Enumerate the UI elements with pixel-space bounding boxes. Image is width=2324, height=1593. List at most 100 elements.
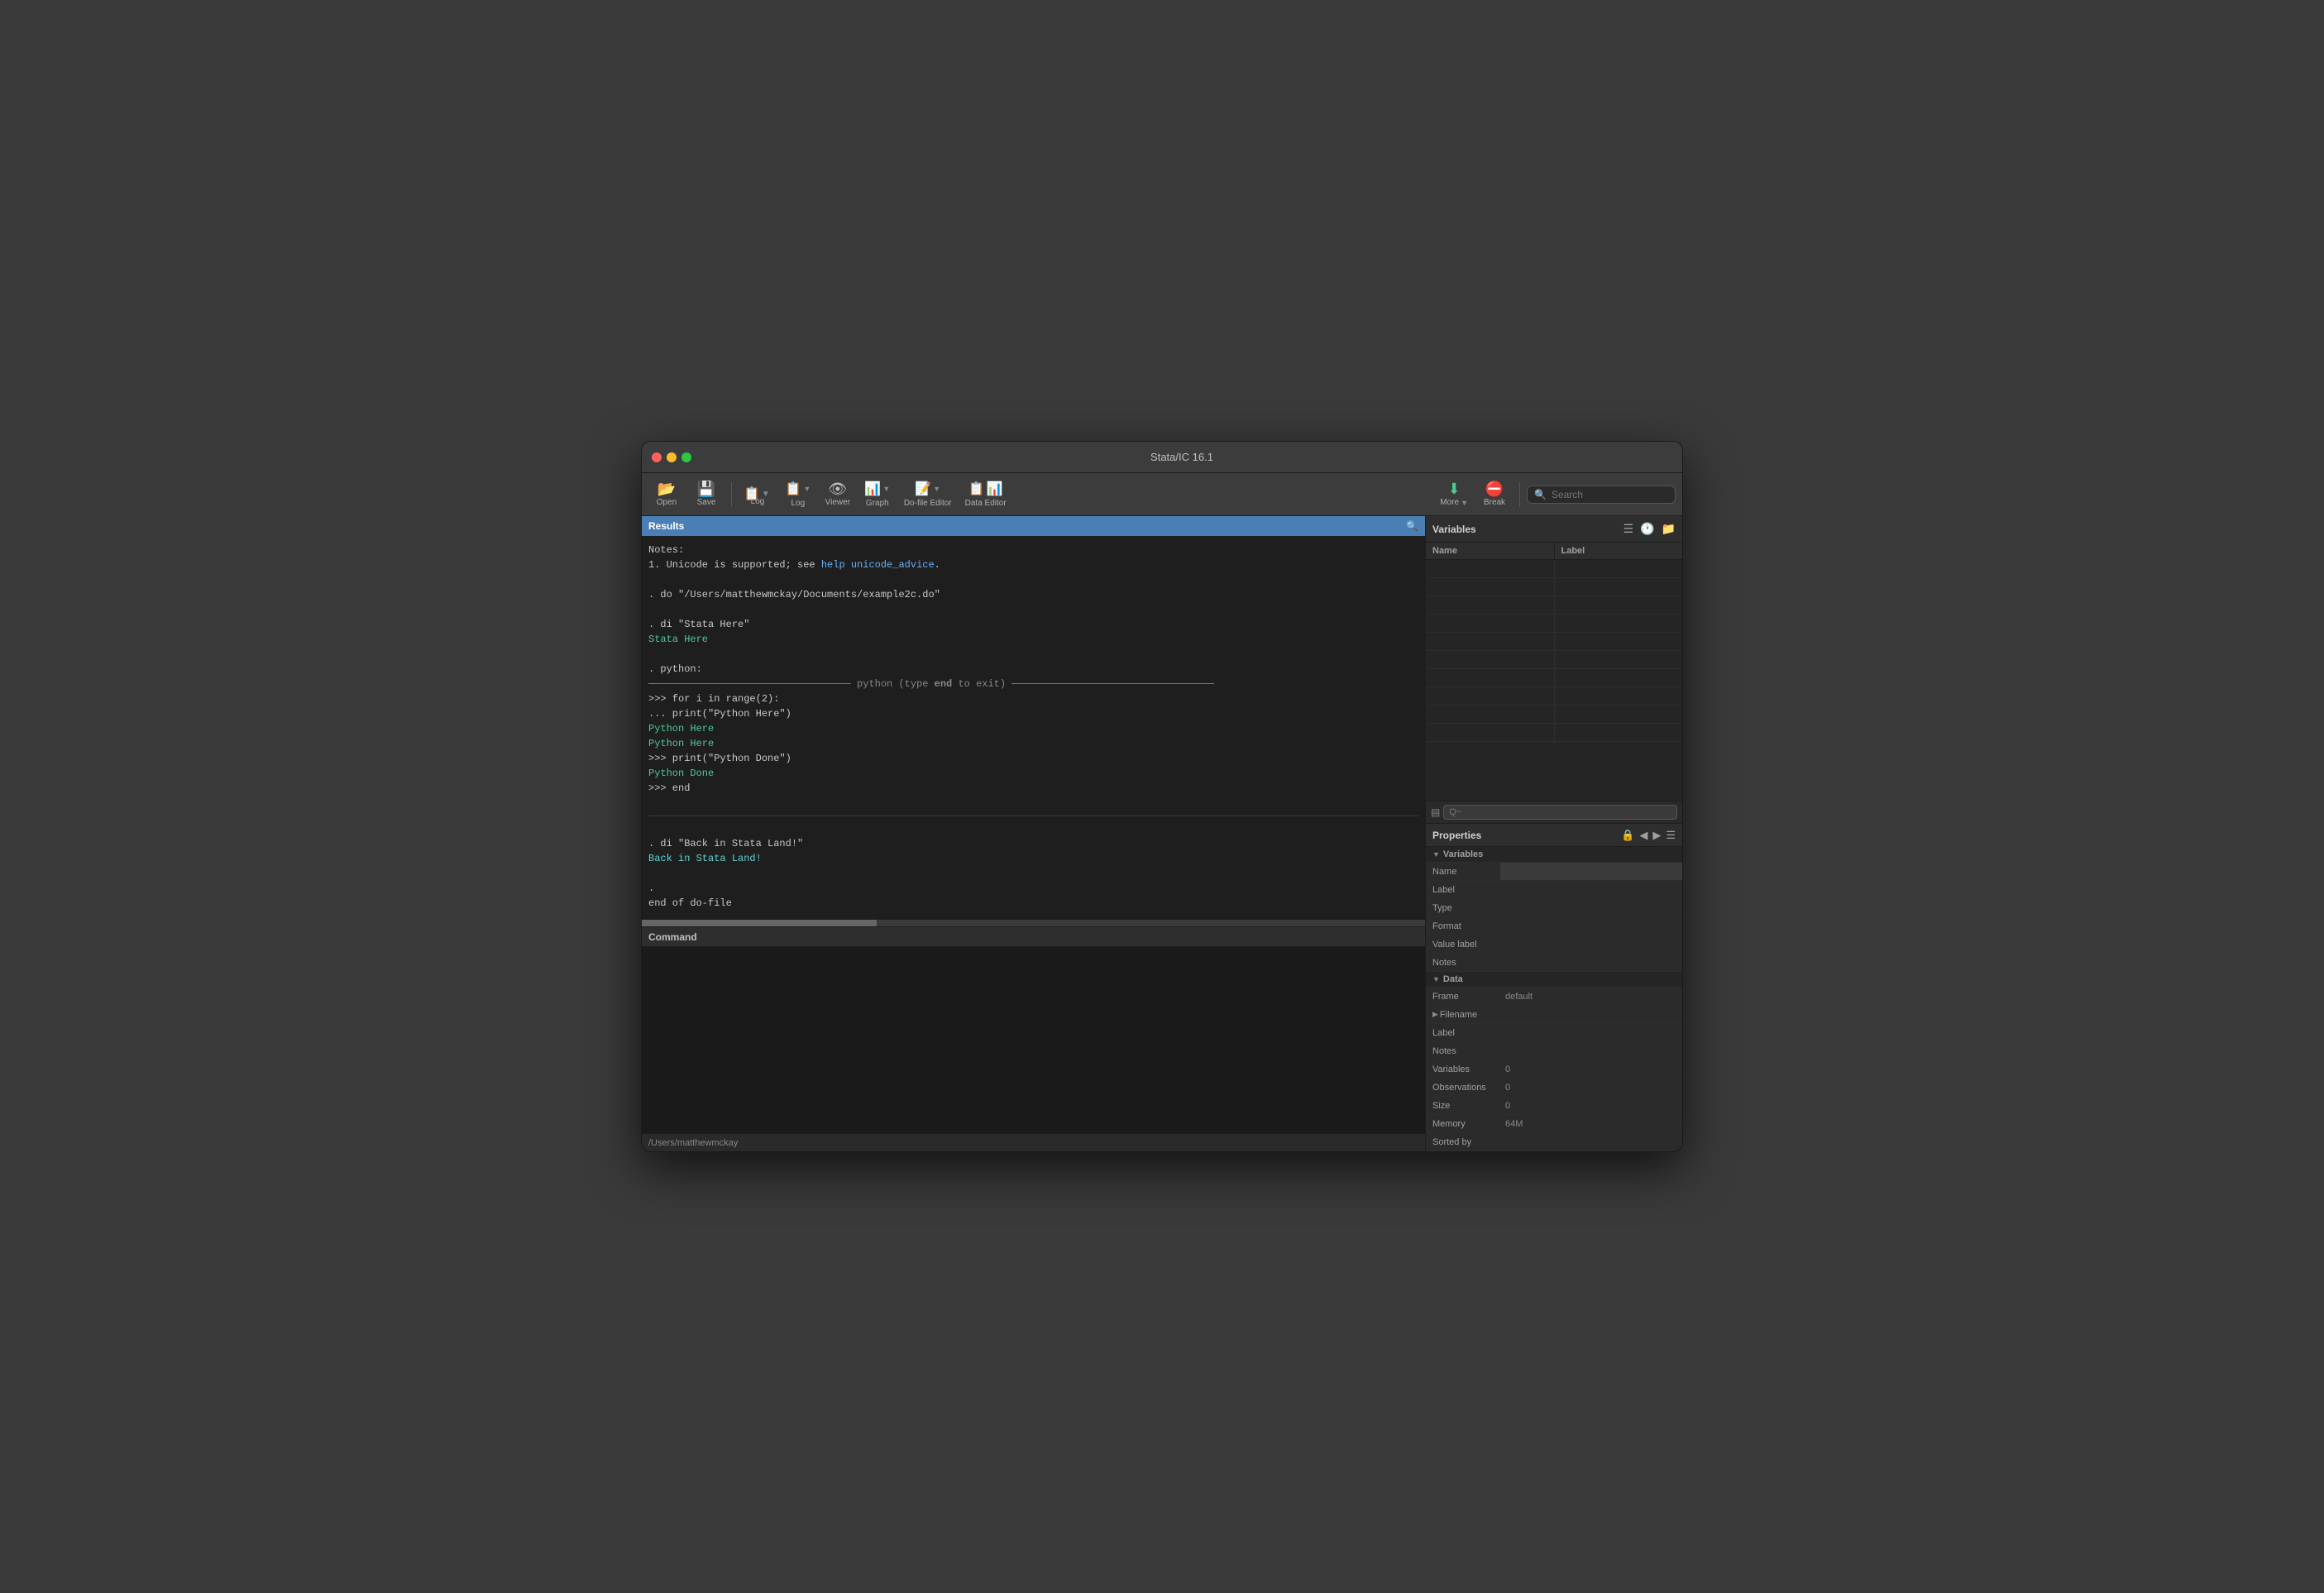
- prop-row-format: Format: [1426, 917, 1682, 935]
- var-row-empty-9: [1426, 706, 1682, 724]
- titlebar: Stata/IC 16.1: [642, 442, 1682, 473]
- results-line-1: Notes:: [648, 544, 684, 556]
- prop-label-valuelabel: Value label: [1426, 940, 1500, 950]
- scroll-track: [642, 920, 1425, 926]
- more-icon: ⬇: [1448, 481, 1461, 496]
- prop-row-size: Size 0: [1426, 1097, 1682, 1115]
- col-label: Label: [1555, 543, 1683, 559]
- prop-label-notes-var: Notes: [1426, 958, 1500, 968]
- break-button[interactable]: ⛔ Break: [1476, 477, 1513, 512]
- var-row-empty-4: [1426, 615, 1682, 633]
- var-row-empty-3: [1426, 596, 1682, 615]
- open-button[interactable]: 📂 Open: [648, 477, 685, 512]
- prop-section-variables[interactable]: ▼ Variables: [1426, 847, 1682, 863]
- viewer-icon: 👁: [828, 481, 847, 496]
- results-end-dofile: end of do-file: [648, 897, 732, 909]
- main-window: Stata/IC 16.1 📂 Open 💾 Save 📋 ▼ Log 📋 ▼ …: [641, 441, 1683, 1152]
- command-header: Command: [642, 927, 1425, 947]
- properties-nav-prev[interactable]: ◀: [1639, 829, 1647, 842]
- graph-icon: 📊: [864, 481, 881, 497]
- prop-label-data-label: Label: [1426, 1028, 1500, 1038]
- properties-nav-next[interactable]: ▶: [1652, 829, 1661, 842]
- prop-label-data-notes: Notes: [1426, 1046, 1500, 1056]
- status-bar: /Users/matthewmckay: [642, 1133, 1425, 1151]
- search-box[interactable]: 🔍: [1527, 486, 1676, 504]
- separator-2: [1519, 482, 1520, 507]
- save-button[interactable]: 💾 Save: [688, 477, 724, 512]
- viewer-button[interactable]: 👁 Viewer: [820, 477, 856, 512]
- scroll-thumb[interactable]: [642, 920, 877, 926]
- log-button[interactable]: 📋 ▼ Log: [739, 477, 777, 512]
- var-row-empty-10: [1426, 724, 1682, 742]
- close-button[interactable]: [652, 452, 662, 462]
- minimize-button[interactable]: [667, 452, 677, 462]
- horizontal-scrollbar[interactable]: [642, 920, 1425, 926]
- prop-value-notes-var: [1500, 954, 1682, 971]
- graph-button[interactable]: 📊 ▼ Graph: [859, 477, 896, 512]
- prop-value-format: [1500, 917, 1682, 935]
- prop-section-variables-label: Variables: [1443, 849, 1483, 859]
- prop-value-name[interactable]: [1500, 863, 1682, 880]
- data-editor-icon: 📋: [968, 481, 985, 497]
- variables-list-icon[interactable]: ☰: [1623, 522, 1634, 536]
- prop-row-variables-count: Variables 0: [1426, 1060, 1682, 1079]
- results-line-2: 1. Unicode is supported; see: [648, 559, 821, 571]
- search-icon: 🔍: [1534, 489, 1547, 500]
- var-row-empty-7: [1426, 669, 1682, 687]
- open-label: Open: [657, 498, 677, 507]
- python-divider: ────────────────────────────────── pytho…: [648, 678, 1214, 690]
- data-editor-button[interactable]: 📋 📊 Data Editor: [960, 477, 1011, 512]
- prop-row-valuelabel: Value label: [1426, 935, 1682, 954]
- more-button[interactable]: ⬇ More ▼: [1435, 477, 1473, 512]
- left-panel: Results 🔍 Notes: 1. Unicode is supported…: [642, 516, 1426, 1151]
- variables-search-input[interactable]: [1443, 805, 1677, 820]
- log-label: Log: [751, 497, 765, 506]
- results-header: Results 🔍: [642, 516, 1425, 536]
- prop-row-memory: Memory 64M: [1426, 1115, 1682, 1133]
- properties-body: ▼ Variables Name Label Type: [1426, 847, 1682, 1151]
- variables-icons: ☰ 🕐 📁: [1623, 522, 1676, 536]
- variables-header: Variables ☰ 🕐 📁: [1426, 516, 1682, 543]
- variables-folder-icon[interactable]: 📁: [1662, 522, 1676, 536]
- window-title: Stata/IC 16.1: [691, 451, 1672, 463]
- prop-label-memory: Memory: [1426, 1119, 1500, 1129]
- results-panel: Results 🔍 Notes: 1. Unicode is supported…: [642, 516, 1425, 926]
- prop-label-frame: Frame: [1426, 992, 1500, 1002]
- var-row-empty-5: [1426, 633, 1682, 651]
- prop-row-label: Label: [1426, 881, 1682, 899]
- prop-label-sorted-by: Sorted by: [1426, 1137, 1500, 1147]
- var-row-empty-6: [1426, 651, 1682, 669]
- save-label: Save: [697, 498, 716, 507]
- results-dot1: .: [648, 883, 654, 894]
- chevron-filename: ▶: [1432, 1010, 1438, 1019]
- results-search-icon[interactable]: 🔍: [1406, 520, 1418, 532]
- variables-history-icon[interactable]: 🕐: [1640, 522, 1654, 536]
- save-icon: 💾: [697, 481, 715, 496]
- prop-value-frame: default: [1500, 988, 1682, 1005]
- prop-label-size: Size: [1426, 1101, 1500, 1111]
- results-end: >>> end: [648, 782, 690, 794]
- properties-header: Properties 🔒 ◀ ▶ ☰: [1426, 824, 1682, 847]
- results-body[interactable]: Notes: 1. Unicode is supported; see help…: [642, 536, 1425, 920]
- toolbar: 📂 Open 💾 Save 📋 ▼ Log 📋 ▼ Log 👁 Viewer: [642, 473, 1682, 516]
- properties-lock-icon[interactable]: 🔒: [1621, 829, 1634, 842]
- variables-columns: Name Label: [1426, 543, 1682, 560]
- results-do-cmd: . do "/Users/matthewmckay/Documents/exam…: [648, 589, 940, 600]
- right-panel: Variables ☰ 🕐 📁 Name Label: [1426, 516, 1682, 1151]
- variables-body[interactable]: [1426, 560, 1682, 801]
- prop-label-type: Type: [1426, 903, 1500, 913]
- search-input[interactable]: [1552, 489, 1667, 500]
- prop-value-variables-count: 0: [1500, 1060, 1682, 1078]
- log-button-2[interactable]: 📋 ▼ Log: [780, 477, 816, 512]
- log-dropdown-arrow: ▼: [803, 485, 811, 493]
- prop-value-label: [1500, 881, 1682, 898]
- maximize-button[interactable]: [681, 452, 691, 462]
- command-input[interactable]: [642, 947, 1425, 1133]
- prop-section-data[interactable]: ▼ Data: [1426, 972, 1682, 988]
- results-link[interactable]: help unicode_advice: [821, 559, 935, 571]
- dofile-button[interactable]: 📝 ▼ Do-file Editor: [899, 477, 957, 512]
- log-icon-2: 📋: [785, 481, 801, 497]
- results-title: Results: [648, 520, 684, 532]
- properties-list-icon[interactable]: ☰: [1666, 829, 1676, 842]
- command-panel: Command: [642, 926, 1425, 1133]
